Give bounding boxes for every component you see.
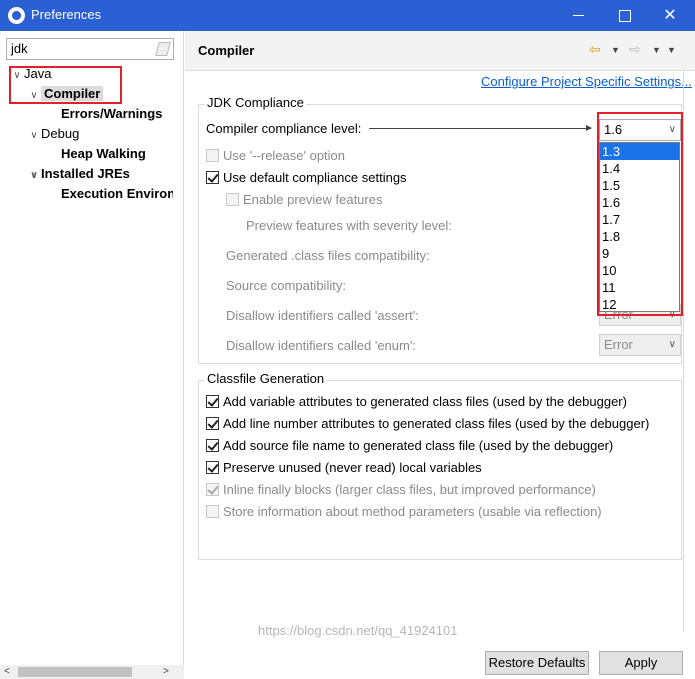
checkbox-icon[interactable] <box>206 505 219 518</box>
checkbox-icon[interactable] <box>206 171 219 184</box>
tree-item-label: Heap Walking <box>61 146 146 161</box>
checkbox-icon[interactable] <box>206 395 219 408</box>
checkbox-label: Inline finally blocks (larger class file… <box>223 482 596 497</box>
checkbox-label: Add source file name to generated class … <box>223 438 614 453</box>
view-menu-icon[interactable]: ▼ <box>667 45 676 55</box>
watermark: https://blog.csdn.net/qq_41924101 <box>258 623 458 638</box>
chevron-down-icon: ∨ <box>668 339 676 350</box>
checkbox-icon[interactable] <box>206 483 219 496</box>
highlight-box <box>597 112 683 316</box>
scroll-left-icon[interactable]: < <box>4 665 10 679</box>
source-compat-label: Source compatibility: <box>226 278 346 293</box>
checkbox-icon[interactable] <box>226 193 239 206</box>
minimize-button[interactable] <box>555 0 601 31</box>
window-title: Preferences <box>31 7 102 22</box>
tree-item-execution-environments[interactable]: Execution Environ <box>61 184 173 204</box>
eclipse-icon <box>8 7 25 24</box>
group-title: Classfile Generation <box>205 371 327 386</box>
checkbox-icon[interactable] <box>206 417 219 430</box>
separator <box>683 71 684 631</box>
highlight-box <box>9 66 122 104</box>
checkbox-label: Add line number attributes to generated … <box>223 416 650 431</box>
tree-item-errors-warnings[interactable]: Errors/Warnings <box>61 104 162 124</box>
checkbox-icon[interactable] <box>206 461 219 474</box>
disallow-enum-label: Disallow identifiers called 'enum': <box>226 338 416 353</box>
checkbox-icon[interactable] <box>206 439 219 452</box>
inline-finally-checkbox[interactable]: Inline finally blocks (larger class file… <box>206 480 596 500</box>
apply-button[interactable]: Apply <box>599 651 683 675</box>
tree-item-label: Errors/Warnings <box>61 106 163 121</box>
page-title: Compiler <box>198 43 255 58</box>
tree-item-label: Installed JREs <box>41 166 130 181</box>
tree-item-label: Debug <box>41 126 80 141</box>
configure-project-settings-link[interactable]: Configure Project Specific Settings... <box>481 74 692 89</box>
disallow-enum-value: Error <box>604 337 633 352</box>
checkbox-label: Preserve unused (never read) local varia… <box>223 460 482 475</box>
forward-arrow-icon[interactable]: ⇨ <box>629 41 641 58</box>
annotation-arrow <box>369 125 592 131</box>
filter-input[interactable]: jdk <box>6 38 174 60</box>
tree-item-installed-jres[interactable]: ∨ Installed JREs <box>27 164 130 184</box>
tree-item-label: Execution Environ <box>61 186 173 201</box>
checkbox-icon[interactable] <box>206 149 219 162</box>
clear-filter-icon[interactable] <box>155 42 171 56</box>
page-header: Compiler ⇦ ▼ ⇨ ▼ ▼ <box>185 31 695 71</box>
checkbox-label: Add variable attributes to generated cla… <box>223 394 627 409</box>
checkbox-label: Store information about method parameter… <box>223 504 602 519</box>
enable-preview-checkbox[interactable]: Enable preview features <box>226 190 382 210</box>
add-variable-attributes-checkbox[interactable]: Add variable attributes to generated cla… <box>206 392 627 412</box>
checkbox-label: Use '--release' option <box>223 148 346 163</box>
group-title: JDK Compliance <box>205 95 306 110</box>
scroll-thumb[interactable] <box>18 667 132 677</box>
restore-defaults-button[interactable]: Restore Defaults <box>485 651 589 675</box>
checkbox-label: Enable preview features <box>243 192 383 207</box>
release-option-checkbox[interactable]: Use '--release' option <box>206 146 345 166</box>
preferences-tree-panel: jdk ∨ Java ∨ Compiler Errors/Warnings ∨ Deb… <box>0 31 184 679</box>
compliance-level-label: Compiler compliance level: <box>206 121 362 136</box>
add-line-number-checkbox[interactable]: Add line number attributes to generated … <box>206 414 649 434</box>
generated-compat-label: Generated .class files compatibility: <box>226 248 430 263</box>
horizontal-scrollbar[interactable]: < > <box>0 665 184 679</box>
tree-item-heap-walking[interactable]: Heap Walking <box>61 144 146 164</box>
back-arrow-icon[interactable]: ⇦ <box>589 41 601 58</box>
add-source-file-name-checkbox[interactable]: Add source file name to generated class … <box>206 436 613 456</box>
tree-item-debug[interactable]: ∨ Debug <box>27 124 79 144</box>
preview-severity-label: Preview features with severity level: <box>246 218 452 233</box>
disallow-assert-label: Disallow identifiers called 'assert': <box>226 308 419 323</box>
collapse-icon[interactable]: ∨ <box>27 126 41 146</box>
filter-text: jdk <box>11 41 28 56</box>
forward-history-dropdown-icon[interactable]: ▼ <box>652 45 661 55</box>
preserve-unused-locals-checkbox[interactable]: Preserve unused (never read) local varia… <box>206 458 482 478</box>
maximize-button[interactable] <box>601 0 647 31</box>
store-method-parameters-checkbox[interactable]: Store information about method parameter… <box>206 502 602 522</box>
disallow-enum-select[interactable]: Error ∨ <box>599 334 681 356</box>
back-history-dropdown-icon[interactable]: ▼ <box>611 45 620 55</box>
close-button[interactable]: ✕ <box>647 0 693 31</box>
collapse-icon[interactable]: ∨ <box>27 166 41 186</box>
checkbox-label: Use default compliance settings <box>223 170 407 185</box>
preference-page: Compiler ⇦ ▼ ⇨ ▼ ▼ Configure Project Spe… <box>185 31 695 679</box>
title-bar: Preferences ✕ <box>0 0 695 31</box>
use-default-compliance-checkbox[interactable]: Use default compliance settings <box>206 168 407 188</box>
scroll-right-icon[interactable]: > <box>163 665 169 679</box>
